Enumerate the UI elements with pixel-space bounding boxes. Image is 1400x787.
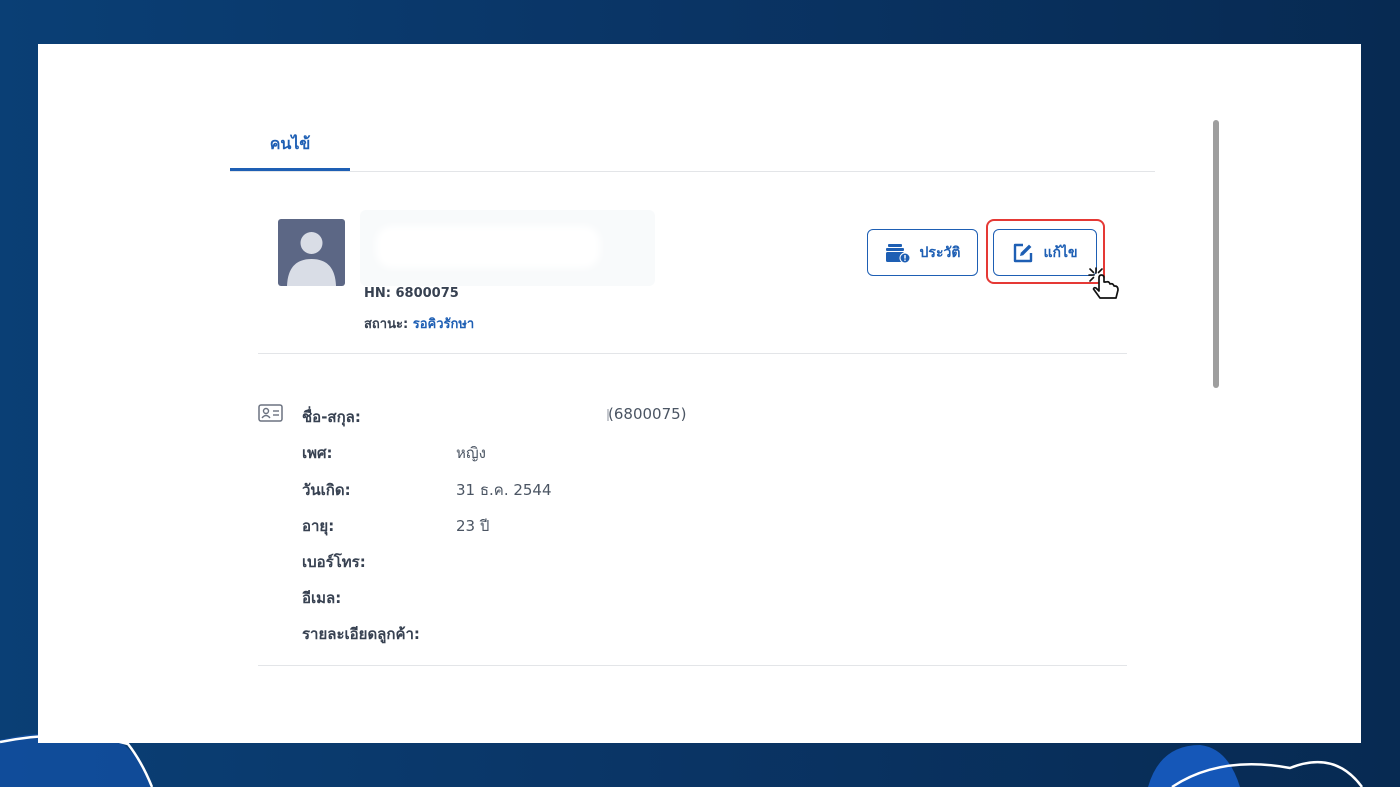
- email-label: อีเมล:: [302, 589, 342, 607]
- birthdate-label: วันเกิด:: [302, 481, 351, 499]
- tab-bar: คนไข้: [230, 120, 1155, 172]
- divider-bottom: [258, 665, 1127, 666]
- tab-patient[interactable]: คนไข้: [230, 120, 350, 171]
- history-button[interactable]: ประวัติ: [867, 229, 978, 276]
- vertical-scrollbar[interactable]: [1213, 120, 1219, 388]
- gender-value: หญิง: [456, 444, 486, 462]
- history-icon: [885, 243, 911, 263]
- status-line: สถานะ: รอคิวรักษา: [364, 313, 474, 334]
- status-value: รอคิวรักษา: [412, 317, 475, 332]
- age-label: อายุ:: [302, 517, 335, 535]
- name-value: (6800075): [608, 405, 687, 423]
- hn-number: HN: 6800075: [364, 286, 459, 301]
- divider-top: [258, 353, 1127, 354]
- phone-label: เบอร์โทร:: [302, 553, 366, 571]
- pointer-cursor-icon: [1088, 267, 1119, 299]
- user-avatar-icon: [278, 219, 345, 286]
- id-card-icon: [258, 404, 283, 422]
- name-label: ชื่อ-สกุล:: [302, 408, 361, 426]
- gender-label: เพศ:: [302, 444, 333, 462]
- status-label: สถานะ:: [364, 317, 409, 332]
- history-button-label: ประวัติ: [919, 244, 961, 261]
- age-value: 23 ปี: [456, 517, 490, 535]
- birthdate-value: 31 ธ.ค. 2544: [456, 481, 552, 499]
- tab-patient-label: คนไข้: [269, 134, 311, 153]
- patient-name-blur: [382, 232, 594, 262]
- customer-details-label: รายละเอียดลูกค้า:: [302, 625, 420, 643]
